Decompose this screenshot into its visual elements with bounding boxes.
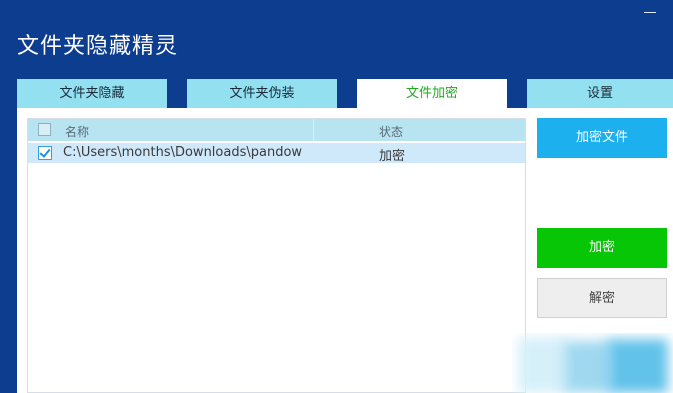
column-header-name[interactable]: 名称: [65, 123, 89, 140]
encrypt-file-button[interactable]: 加密文件: [537, 118, 667, 158]
app-title: 文件夹隐藏精灵: [17, 34, 179, 59]
encrypt-button[interactable]: 加密: [537, 228, 667, 268]
column-header-status[interactable]: 状态: [379, 123, 403, 140]
file-row[interactable]: C:\Users\months\Downloads\pandow 加密: [28, 143, 525, 164]
tab-file-encrypt[interactable]: 文件加密: [357, 79, 507, 108]
decrypt-button[interactable]: 解密: [537, 278, 667, 318]
blurred-region: [512, 333, 673, 393]
column-divider[interactable]: [313, 119, 314, 141]
tab-folder-disguise[interactable]: 文件夹伪装: [187, 79, 337, 108]
row-checkbox-icon[interactable]: [38, 146, 52, 160]
tab-folder-hide[interactable]: 文件夹隐藏: [17, 79, 167, 108]
file-list: 名称 状态 C:\Users\months\Downloads\pandow 加…: [27, 118, 526, 393]
minimize-icon[interactable]: [640, 4, 662, 20]
tab-settings[interactable]: 设置: [527, 79, 673, 108]
select-all-checkbox-icon[interactable]: [38, 123, 51, 136]
file-status: 加密: [379, 149, 406, 164]
file-path: C:\Users\months\Downloads\pandow: [63, 145, 303, 160]
list-header: 名称 状态: [28, 119, 525, 141]
